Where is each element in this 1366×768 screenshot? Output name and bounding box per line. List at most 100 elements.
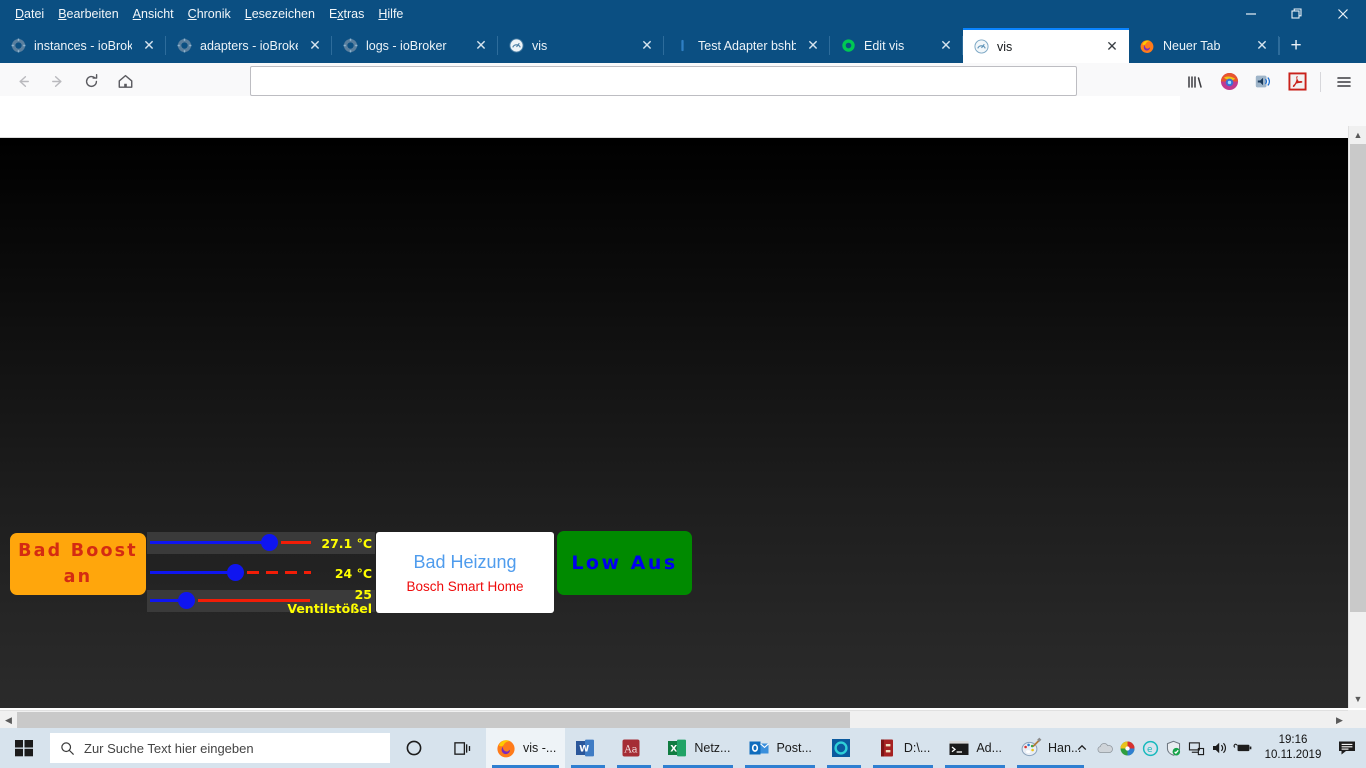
bad-boost-button[interactable]: Bad Boost an [10, 533, 146, 595]
tab-bar: instances - ioBroker ✕ adapters - ioBrok… [0, 28, 1366, 63]
globe-color-icon[interactable] [1116, 728, 1139, 768]
taskbar-clock[interactable]: 19:16 10.11.2019 [1254, 733, 1332, 763]
taskbar-app-command-prompt[interactable]: Ad... [939, 728, 1011, 768]
battery-icon[interactable] [1231, 728, 1254, 768]
tab-close-icon[interactable]: ✕ [304, 35, 326, 57]
tab-close-icon[interactable]: ✕ [636, 35, 658, 57]
tab-test-adapter-bshb[interactable]: Test Adapter bshb (B ✕ [664, 28, 830, 63]
windows-start-icon[interactable] [0, 728, 48, 768]
tab-logs-iobroker[interactable]: logs - ioBroker ✕ [332, 28, 498, 63]
low-aus-button[interactable]: Low Aus [557, 531, 692, 595]
home-icon[interactable] [108, 65, 142, 97]
scroll-down-arrow-icon[interactable]: ▼ [1349, 690, 1366, 708]
cortana-circle-icon[interactable] [390, 728, 438, 768]
horizontal-scrollbar-thumb[interactable] [17, 712, 850, 728]
vertical-scrollbar-thumb[interactable] [1350, 144, 1366, 612]
toolbar-divider [1320, 71, 1321, 92]
library-icon[interactable] [1179, 67, 1211, 97]
explorer-book-icon [876, 737, 898, 759]
taskbar-search-input[interactable]: Zur Suche Text hier eingeben [50, 733, 390, 763]
taskbar-app-label: Post... [776, 741, 812, 755]
scrollbar-corner [1348, 710, 1366, 728]
iobroker-icon [176, 38, 192, 54]
browser-titlebar: Datei Bearbeiten Ansicht Chronik Lesezei… [0, 0, 1366, 28]
menu-item-lesezeichen[interactable]: Lesezeichen [238, 3, 322, 25]
adobe-acrobat-icon[interactable] [1281, 67, 1313, 97]
scroll-left-arrow-icon[interactable]: ◀ [0, 711, 17, 729]
menu-item-datei[interactable]: Datei [8, 3, 51, 25]
task-view-icon[interactable] [438, 728, 486, 768]
svg-text:e: e [1147, 744, 1152, 754]
back-arrow-icon[interactable] [6, 65, 40, 97]
tab-title: vis [532, 38, 548, 53]
menu-item-extras[interactable]: Extras [322, 3, 371, 25]
tab-close-icon[interactable]: ✕ [935, 35, 957, 57]
font-aa-icon: Aa [620, 737, 642, 759]
menu-item-ansicht[interactable]: Ansicht [126, 3, 181, 25]
notification-icon[interactable] [1332, 728, 1362, 768]
tab-close-icon[interactable]: ✕ [802, 35, 824, 57]
security-shield-icon[interactable] [1162, 728, 1185, 768]
tray-chevron-up-icon[interactable] [1070, 728, 1093, 768]
taskbar-app-label: Netz... [694, 741, 731, 755]
taskbar-app-font-viewer[interactable]: Aa [611, 728, 657, 768]
taskbar-app-explorer-d-drive[interactable]: D:\... [867, 728, 939, 768]
taskbar-app-teams[interactable] [821, 728, 867, 768]
slider-track-blue [150, 541, 270, 544]
tab-vis-active[interactable]: vis ✕ [963, 28, 1129, 63]
audio-extension-icon[interactable] [1247, 67, 1279, 97]
menu-bar: Datei Bearbeiten Ansicht Chronik Lesezei… [0, 3, 410, 25]
extension-avatar-icon[interactable] [1213, 67, 1245, 97]
close-icon[interactable] [1320, 0, 1366, 28]
slider-knob[interactable] [261, 534, 278, 551]
github-icon [674, 38, 690, 54]
menu-item-hilfe[interactable]: Hilfe [371, 3, 410, 25]
tab-edit-vis[interactable]: Edit vis ✕ [830, 28, 963, 63]
slider-value-valve: 25 [354, 587, 372, 602]
tab-adapters-iobroker[interactable]: adapters - ioBroker ✕ [166, 28, 332, 63]
horizontal-scrollbar[interactable]: ◀ ▶ [0, 710, 1348, 728]
restore-icon[interactable] [1274, 0, 1320, 28]
menu-item-bearbeiten[interactable]: Bearbeiten [51, 3, 125, 25]
minimize-icon[interactable] [1228, 0, 1274, 28]
taskbar-app-word[interactable]: W [565, 728, 611, 768]
new-tab-button[interactable]: + [1280, 28, 1312, 63]
reload-icon[interactable] [74, 65, 108, 97]
tab-close-icon[interactable]: ✕ [1251, 35, 1273, 57]
toolbar-render-artifact-right [1180, 96, 1366, 138]
scroll-right-arrow-icon[interactable]: ▶ [1331, 711, 1348, 729]
vis-edit-icon [840, 38, 856, 54]
teams-circle-icon [830, 737, 852, 759]
slider-track-red [281, 541, 311, 544]
system-tray: e 19:16 10.11.2019 [1070, 728, 1366, 768]
forward-arrow-icon[interactable] [40, 65, 74, 97]
firefox-icon [495, 737, 517, 759]
tab-close-icon[interactable]: ✕ [470, 35, 492, 57]
scroll-up-arrow-icon[interactable]: ▲ [1349, 126, 1366, 144]
address-bar[interactable] [250, 66, 1077, 96]
eset-e-icon[interactable]: e [1139, 728, 1162, 768]
menu-item-chronik[interactable]: Chronik [181, 3, 238, 25]
svg-text:Aa: Aa [624, 744, 638, 755]
taskbar-app-outlook-post[interactable]: Post... [739, 728, 820, 768]
tab-close-icon[interactable]: ✕ [138, 35, 160, 57]
iobroker-icon [10, 38, 26, 54]
slider-knob[interactable] [227, 564, 244, 581]
slider-track-blue [150, 571, 236, 574]
onedrive-cloud-icon[interactable] [1093, 728, 1116, 768]
tab-title: Neuer Tab [1163, 38, 1221, 53]
tab-neuer-tab[interactable]: Neuer Tab ✕ [1129, 28, 1279, 63]
taskbar-app-firefox-vis[interactable]: vis -... [486, 728, 566, 768]
taskbar-app-excel-netz[interactable]: X Netz... [657, 728, 739, 768]
network-icon[interactable] [1185, 728, 1208, 768]
vertical-scrollbar[interactable]: ▲ ▼ [1348, 126, 1366, 708]
tab-instances-iobroker[interactable]: instances - ioBroker ✕ [0, 28, 166, 63]
volume-icon[interactable] [1208, 728, 1231, 768]
tab-vis-1[interactable]: vis ✕ [498, 28, 664, 63]
slider-knob[interactable] [178, 592, 195, 609]
bad-heizung-card[interactable]: Bad Heizung Bosch Smart Home [376, 532, 554, 613]
slider-value-temperature-setpoint: 24 °C [334, 566, 372, 581]
iobroker-icon [342, 38, 358, 54]
tab-close-icon[interactable]: ✕ [1101, 36, 1123, 58]
hamburger-menu-icon[interactable] [1328, 67, 1360, 97]
